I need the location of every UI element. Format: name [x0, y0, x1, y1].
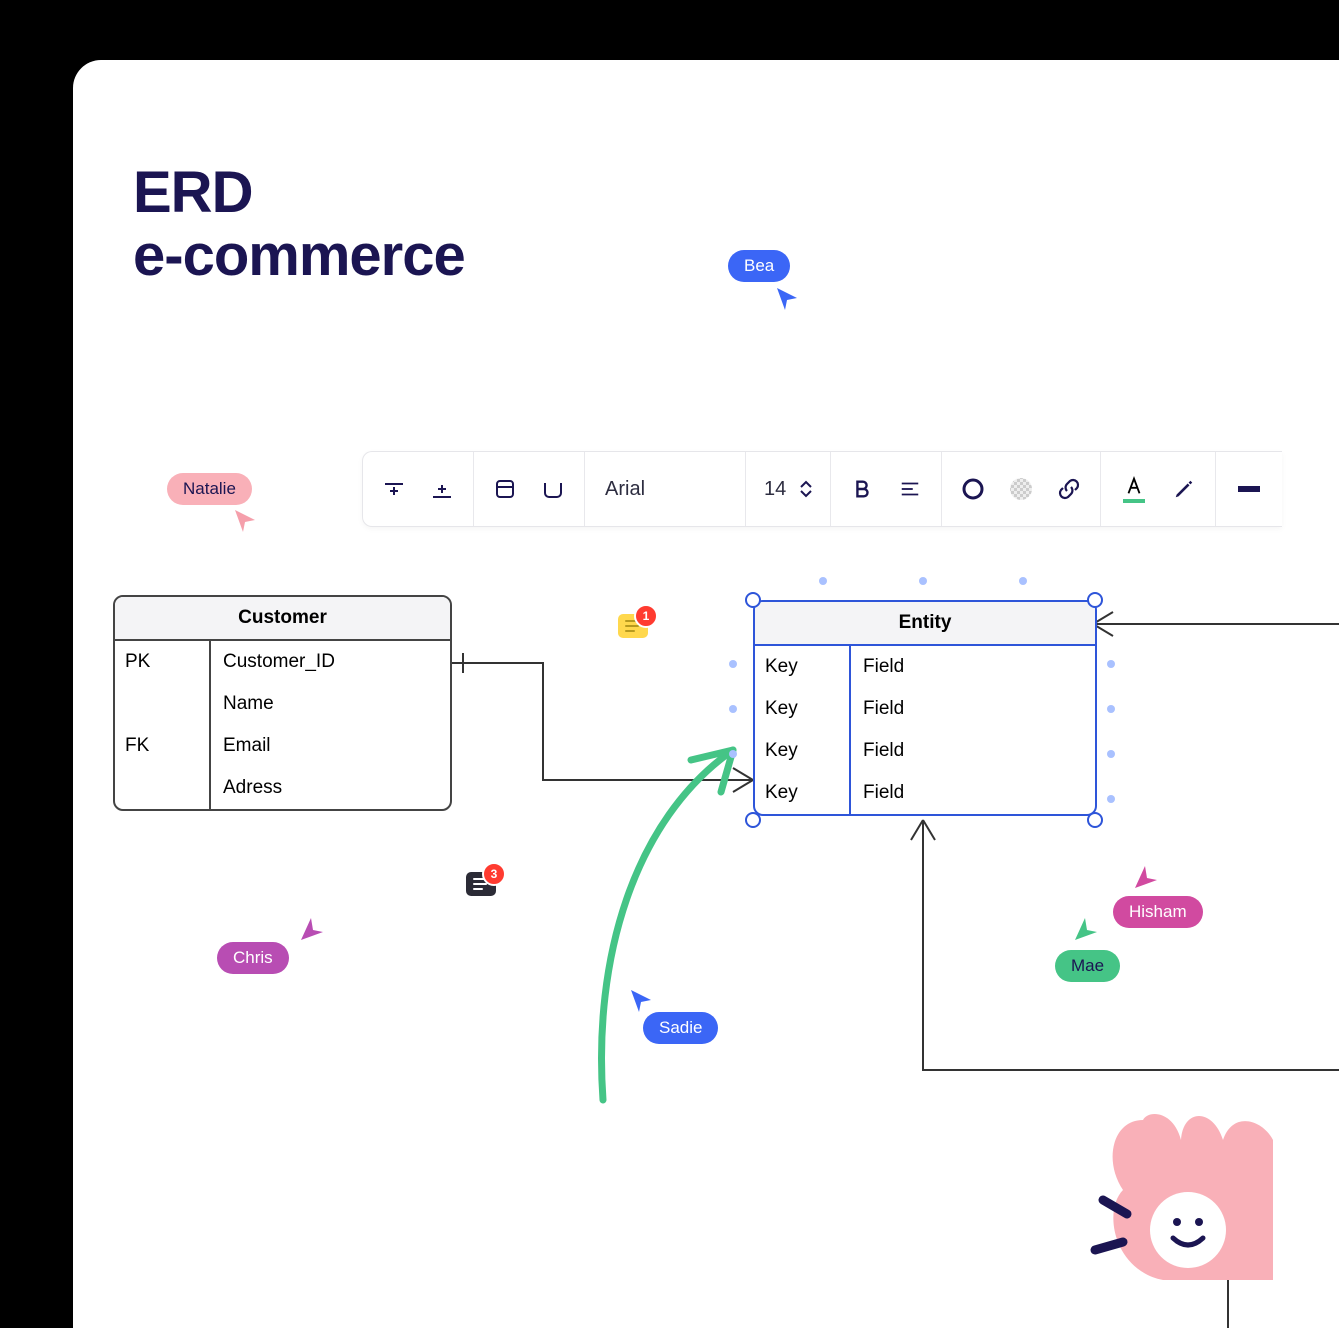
- comment-count-badge: 1: [634, 604, 658, 628]
- cursor-icon: [1073, 916, 1097, 940]
- text-color-swatch: [1123, 499, 1145, 503]
- selection-handle[interactable]: [1087, 592, 1103, 608]
- layout-stacked-button[interactable]: [490, 474, 520, 504]
- field-cell: Customer_ID: [211, 641, 450, 683]
- table-row[interactable]: Adress: [115, 767, 450, 809]
- collaborator-tag-chris: Chris: [217, 942, 289, 974]
- link-icon: [1057, 477, 1081, 501]
- collaborator-tag-hisham: Hisham: [1113, 896, 1203, 928]
- layout-stacked-icon: [493, 477, 517, 501]
- align-button[interactable]: [895, 474, 925, 504]
- key-cell: Key: [755, 688, 851, 730]
- selection-handle[interactable]: [745, 592, 761, 608]
- key-cell: PK: [115, 641, 211, 683]
- comment-indicator[interactable]: 3: [466, 872, 496, 902]
- comment-count-badge: 3: [482, 862, 506, 886]
- field-cell: Field: [851, 730, 1095, 772]
- field-cell: Email: [211, 725, 450, 767]
- stroke-color-swatch: [1238, 486, 1260, 492]
- transparency-icon: [1008, 476, 1034, 502]
- comment-indicator[interactable]: 1: [618, 614, 648, 644]
- text-color-button[interactable]: [1117, 475, 1151, 503]
- connection-anchor[interactable]: [1107, 705, 1115, 713]
- erd-table-header: Entity: [755, 602, 1095, 646]
- cursor-icon: [629, 988, 653, 1012]
- selection-handle[interactable]: [745, 812, 761, 828]
- key-cell: FK: [115, 725, 211, 767]
- connection-anchor[interactable]: [729, 705, 737, 713]
- layout-container-icon: [541, 477, 565, 501]
- table-row[interactable]: Key Field: [755, 646, 1095, 688]
- distribute-horizontal-button[interactable]: [379, 474, 409, 504]
- erd-table-customer[interactable]: Customer PK Customer_ID Name FK Email Ad…: [113, 595, 452, 811]
- table-row[interactable]: Key Field: [755, 772, 1095, 814]
- connection-anchor[interactable]: [729, 750, 737, 758]
- connection-anchor[interactable]: [1019, 577, 1027, 585]
- table-row[interactable]: PK Customer_ID: [115, 641, 450, 683]
- highlight-button[interactable]: [1169, 474, 1199, 504]
- link-button[interactable]: [1054, 474, 1084, 504]
- field-cell: Field: [851, 772, 1095, 814]
- layout-container-button[interactable]: [538, 474, 568, 504]
- key-cell: Key: [755, 772, 851, 814]
- distribute-vertical-icon: [430, 477, 454, 501]
- selection-handle[interactable]: [1087, 812, 1103, 828]
- field-cell: Adress: [211, 767, 450, 809]
- circle-outline-icon: [960, 476, 986, 502]
- table-row[interactable]: Key Field: [755, 730, 1095, 772]
- distribute-vertical-button[interactable]: [427, 474, 457, 504]
- connection-anchor[interactable]: [1107, 750, 1115, 758]
- collaborator-tag-natalie: Natalie: [167, 473, 252, 505]
- font-family-select[interactable]: Arial: [585, 452, 746, 526]
- table-row[interactable]: Name: [115, 683, 450, 725]
- bold-button[interactable]: [847, 474, 877, 504]
- connection-anchor[interactable]: [819, 577, 827, 585]
- erd-table-header: Customer: [115, 597, 450, 641]
- opacity-button[interactable]: [1006, 474, 1036, 504]
- table-row[interactable]: Key Field: [755, 688, 1095, 730]
- shape-fill-button[interactable]: [958, 474, 988, 504]
- cursor-icon: [775, 286, 801, 312]
- connection-anchor[interactable]: [919, 577, 927, 585]
- distribute-horizontal-icon: [382, 477, 406, 501]
- font-size-increase-button[interactable]: [800, 480, 812, 488]
- key-cell: [115, 767, 211, 809]
- field-cell: Name: [211, 683, 450, 725]
- formatting-toolbar: Arial 14: [362, 451, 1282, 527]
- key-cell: Key: [755, 646, 851, 688]
- collaborator-tag-mae: Mae: [1055, 950, 1120, 982]
- text-color-icon: [1123, 475, 1145, 497]
- ok-hand-sticker: [1073, 1080, 1303, 1310]
- diagram-title: ERD e-commerce: [133, 162, 465, 287]
- connection-anchor[interactable]: [1107, 795, 1115, 803]
- diagram-canvas[interactable]: ERD e-commerce Arial 14: [73, 60, 1339, 1328]
- connection-anchor[interactable]: [729, 660, 737, 668]
- key-cell: Key: [755, 730, 851, 772]
- key-cell: [115, 683, 211, 725]
- cursor-icon: [233, 508, 259, 534]
- pencil-icon: [1173, 478, 1195, 500]
- stroke-color-button[interactable]: [1232, 486, 1266, 492]
- cursor-icon: [1133, 864, 1157, 888]
- bold-icon: [851, 478, 873, 500]
- cursor-icon: [299, 916, 325, 942]
- collaborator-tag-bea: Bea: [728, 250, 790, 282]
- connection-anchor[interactable]: [1107, 660, 1115, 668]
- font-size-value: 14: [764, 478, 786, 501]
- align-left-icon: [899, 478, 921, 500]
- field-cell: Field: [851, 688, 1095, 730]
- erd-table-entity[interactable]: Entity Key Field Key Field Key Field Key…: [753, 600, 1097, 816]
- table-row[interactable]: FK Email: [115, 725, 450, 767]
- field-cell: Field: [851, 646, 1095, 688]
- collaborator-tag-sadie: Sadie: [643, 1012, 718, 1044]
- font-size-control: 14: [746, 452, 831, 526]
- font-size-decrease-button[interactable]: [800, 490, 812, 498]
